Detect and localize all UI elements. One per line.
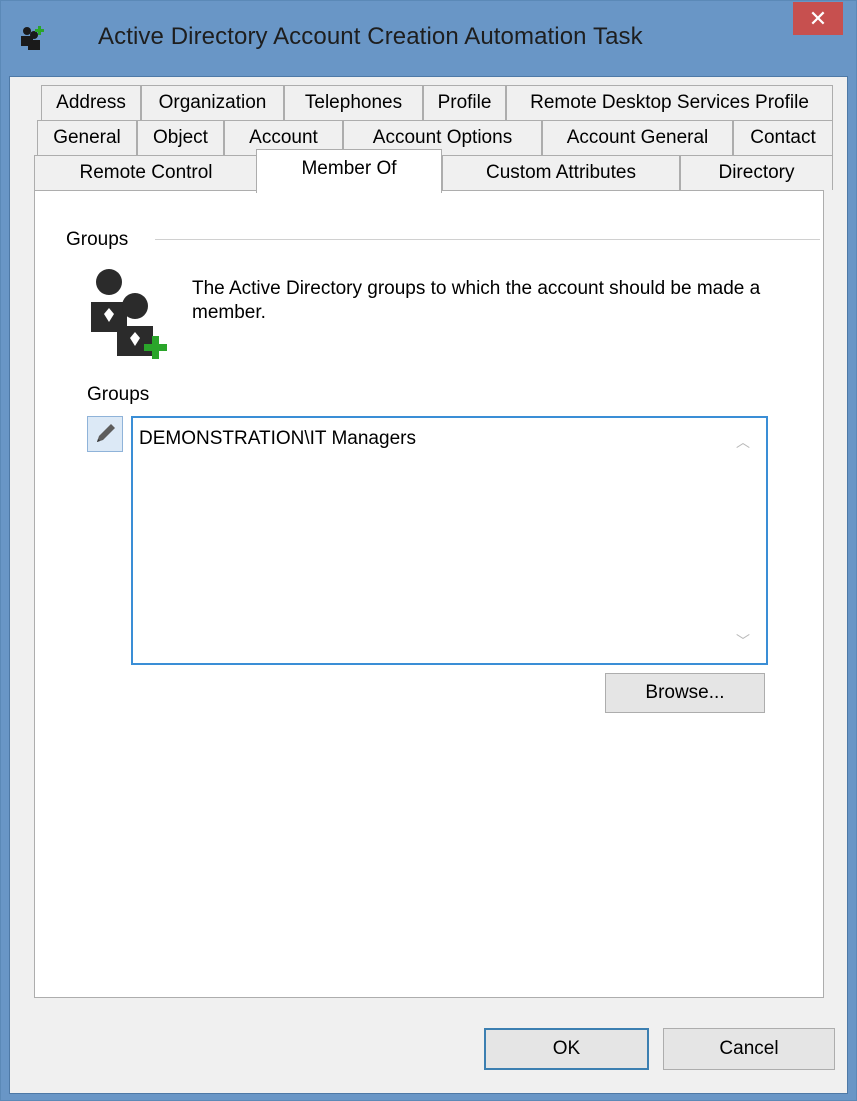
tab-custom-attributes[interactable]: Custom Attributes bbox=[442, 155, 680, 190]
member-of-panel: Groups The Active Directory groups to wh… bbox=[34, 190, 824, 998]
groups-listbox[interactable]: DEMONSTRATION\IT Managers ︿ ﹀ bbox=[131, 416, 768, 665]
tab-row-1: Address Organization Telephones Profile … bbox=[41, 85, 833, 120]
title-bar[interactable]: Active Directory Account Creation Automa… bbox=[1, 1, 856, 76]
tab-remote-desktop-services-profile[interactable]: Remote Desktop Services Profile bbox=[506, 85, 833, 120]
tab-directory[interactable]: Directory bbox=[680, 155, 833, 190]
users-add-icon bbox=[21, 26, 44, 50]
tab-profile[interactable]: Profile bbox=[423, 85, 506, 120]
chevron-up-icon[interactable]: ︿ bbox=[736, 432, 750, 452]
list-item[interactable]: DEMONSTRATION\IT Managers bbox=[139, 428, 416, 450]
tab-address[interactable]: Address bbox=[41, 85, 141, 120]
close-button[interactable]: ✕ bbox=[793, 2, 843, 35]
dialog-window: Active Directory Account Creation Automa… bbox=[0, 0, 857, 1101]
close-icon: ✕ bbox=[808, 6, 828, 31]
chevron-down-icon[interactable]: ﹀ bbox=[736, 631, 750, 651]
browse-button[interactable]: Browse... bbox=[605, 673, 765, 713]
window-title: Active Directory Account Creation Automa… bbox=[98, 23, 643, 50]
dialog-client-area: Address Organization Telephones Profile … bbox=[9, 76, 848, 1094]
groups-description: The Active Directory groups to which the… bbox=[192, 278, 761, 323]
edit-button[interactable] bbox=[87, 416, 123, 452]
cancel-button[interactable]: Cancel bbox=[663, 1028, 835, 1070]
tab-telephones[interactable]: Telephones bbox=[284, 85, 423, 120]
pencil-icon bbox=[97, 424, 115, 442]
tab-general[interactable]: General bbox=[37, 120, 137, 155]
groups-section-title: Groups bbox=[66, 229, 129, 250]
users-add-icon bbox=[91, 269, 167, 359]
tab-remote-control[interactable]: Remote Control bbox=[34, 155, 258, 190]
groups-list-label: Groups bbox=[87, 384, 150, 405]
tab-object[interactable]: Object bbox=[137, 120, 224, 155]
ok-button[interactable]: OK bbox=[484, 1028, 649, 1070]
tab-row-3: Remote Control Member Of Custom Attribut… bbox=[34, 149, 833, 193]
tab-member-of[interactable]: Member Of bbox=[256, 149, 442, 193]
tab-account-general[interactable]: Account General bbox=[542, 120, 733, 155]
tab-contact[interactable]: Contact bbox=[733, 120, 833, 155]
tab-organization[interactable]: Organization bbox=[141, 85, 284, 120]
section-divider bbox=[155, 239, 820, 240]
